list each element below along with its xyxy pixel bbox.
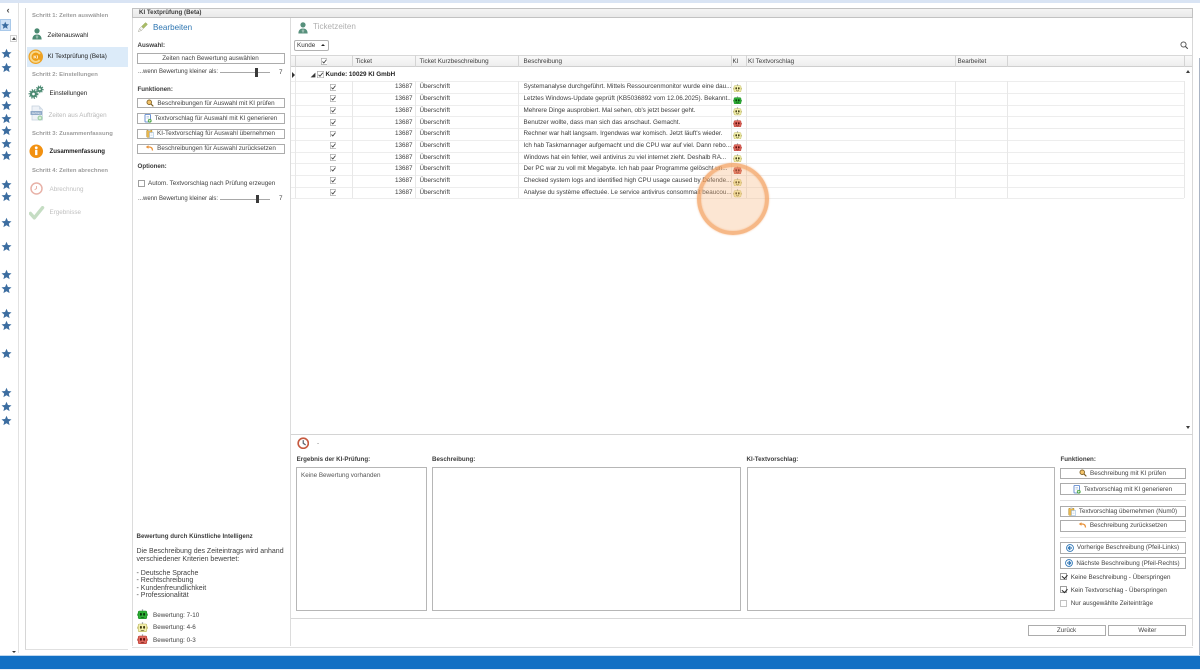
svg-text:Auftrag: Auftrag bbox=[32, 111, 41, 115]
svg-text:KI: KI bbox=[33, 54, 38, 60]
